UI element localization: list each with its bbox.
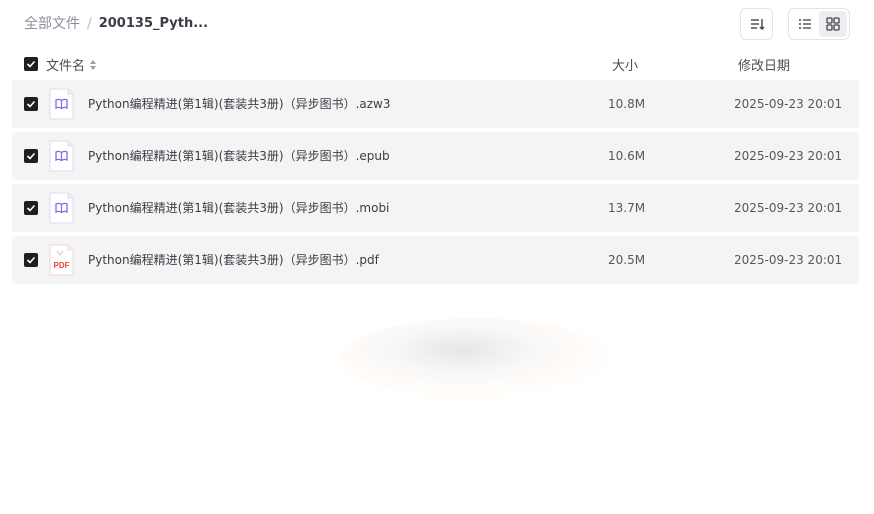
ebook-file-icon <box>49 88 74 120</box>
checkmark-icon <box>26 152 36 160</box>
list-view-icon <box>799 19 811 29</box>
column-header-name[interactable]: 文件名 <box>46 55 98 74</box>
checkmark-icon <box>26 204 36 212</box>
column-header-name-label: 文件名 <box>46 59 86 74</box>
view-toggle <box>788 8 850 40</box>
breadcrumb: 全部文件 / 200135_Pyth... <box>24 15 208 33</box>
pdf-icon-label: PDF <box>54 261 70 270</box>
file-row[interactable]: Python编程精进(第1辑)(套装共3册)（异步图书）.azw3 10.8M … <box>12 80 859 128</box>
row-checkbox[interactable] <box>24 149 38 163</box>
row-checkbox[interactable] <box>24 201 38 215</box>
table-header: 文件名 大小 修改日期 <box>0 53 874 75</box>
checkmark-icon <box>26 60 36 68</box>
list-view-button[interactable] <box>791 11 819 37</box>
file-size: 13.7M <box>608 201 646 215</box>
checkmark-icon <box>26 256 36 264</box>
grid-view-button[interactable] <box>819 11 847 37</box>
grid-view-icon <box>826 17 840 31</box>
file-date: 2025-09-23 20:01 <box>734 201 843 215</box>
file-date: 2025-09-23 20:01 <box>734 149 843 163</box>
file-date: 2025-09-23 20:01 <box>734 253 843 267</box>
file-size: 20.5M <box>608 253 646 267</box>
checkmark-icon <box>26 100 36 108</box>
select-all-checkbox[interactable] <box>24 57 38 71</box>
breadcrumb-root-link[interactable]: 全部文件 <box>24 15 80 33</box>
row-checkbox[interactable] <box>24 253 38 267</box>
row-checkbox[interactable] <box>24 97 38 111</box>
column-header-size[interactable]: 大小 <box>612 55 638 74</box>
blurred-background-graphic <box>340 318 610 398</box>
file-date: 2025-09-23 20:01 <box>734 97 843 111</box>
file-name[interactable]: Python编程精进(第1辑)(套装共3册)（异步图书）.pdf <box>88 252 379 268</box>
file-row[interactable]: Python编程精进(第1辑)(套装共3册)（异步图书）.epub 10.6M … <box>12 132 859 180</box>
file-row[interactable]: Python编程精进(第1辑)(套装共3册)（异步图书）.mobi 13.7M … <box>12 184 859 232</box>
file-row[interactable]: PDF Python编程精进(第1辑)(套装共3册)（异步图书）.pdf 20.… <box>12 236 859 284</box>
sort-icon <box>750 19 764 30</box>
file-size: 10.8M <box>608 97 646 111</box>
ebook-file-icon <box>49 192 74 224</box>
file-name[interactable]: Python编程精进(第1辑)(套装共3册)（异步图书）.mobi <box>88 200 389 216</box>
ebook-file-icon <box>49 140 74 172</box>
file-name[interactable]: Python编程精进(第1辑)(套装共3册)（异步图书）.azw3 <box>88 96 391 112</box>
pdf-file-icon: PDF <box>49 244 74 276</box>
file-size: 10.6M <box>608 149 646 163</box>
sort-toggle-icon <box>90 59 97 70</box>
file-name[interactable]: Python编程精进(第1辑)(套装共3册)（异步图书）.epub <box>88 148 390 164</box>
top-bar: 全部文件 / 200135_Pyth... <box>0 0 874 48</box>
breadcrumb-separator: / <box>87 16 92 32</box>
column-header-date[interactable]: 修改日期 <box>738 55 790 74</box>
sort-button[interactable] <box>740 8 773 40</box>
breadcrumb-current-folder: 200135_Pyth... <box>98 16 209 31</box>
